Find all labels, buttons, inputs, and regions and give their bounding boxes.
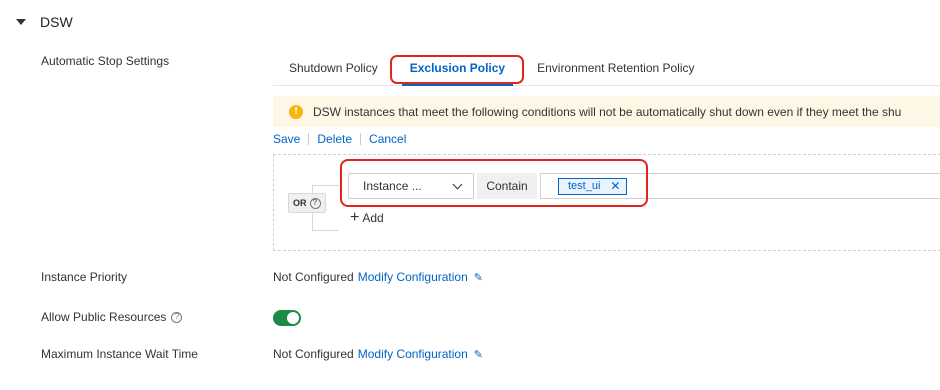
or-logic-badge[interactable]: OR ?: [288, 193, 326, 213]
instance-priority-status: Not Configured: [273, 270, 354, 284]
help-icon[interactable]: ?: [309, 197, 321, 209]
automatic-stop-settings-text: Automatic Stop Settings: [41, 54, 170, 68]
tab-shutdown-policy[interactable]: Shutdown Policy: [273, 52, 394, 85]
notice-banner: ! DSW instances that meet the following …: [273, 96, 940, 127]
cancel-link[interactable]: Cancel: [369, 132, 406, 146]
warning-icon: !: [289, 104, 303, 119]
section-header-dsw[interactable]: DSW: [16, 14, 73, 30]
section-title: DSW: [40, 14, 73, 30]
edit-icon[interactable]: ✎: [474, 271, 483, 284]
condition-field-value: Instance ...: [363, 179, 422, 193]
value-tag-label: test_ui: [568, 180, 601, 192]
tab-environment-retention-policy[interactable]: Environment Retention Policy: [521, 52, 710, 85]
condition-field-select[interactable]: Instance ...: [348, 173, 474, 199]
wait-time-status: Not Configured: [273, 347, 354, 361]
add-condition-label: Add: [362, 211, 384, 225]
allow-public-resources-text: Allow Public Resources: [41, 310, 167, 324]
toggle-knob: [287, 312, 299, 324]
caret-down-icon[interactable]: [16, 19, 26, 25]
divider: [308, 133, 310, 145]
instance-priority-label: Instance Priority: [41, 270, 127, 284]
automatic-stop-settings-label: Automatic Stop Settings: [41, 54, 169, 68]
chevron-down-icon: [452, 179, 463, 189]
rule-actions: Save Delete Cancel: [273, 132, 406, 146]
modify-configuration-link[interactable]: Modify Configuration: [358, 347, 468, 361]
save-link[interactable]: Save: [273, 132, 300, 146]
close-icon[interactable]: ✕: [610, 179, 620, 193]
public-resources-toggle[interactable]: [273, 310, 301, 326]
add-condition-button[interactable]: + Add: [350, 210, 384, 226]
condition-operator: Contain: [477, 173, 537, 199]
condition-value-input[interactable]: test_ui ✕: [540, 173, 940, 199]
condition-operator-label: Contain: [486, 179, 528, 193]
divider: [360, 133, 362, 145]
notice-text: DSW instances that meet the following co…: [313, 104, 902, 119]
modify-configuration-link[interactable]: Modify Configuration: [358, 270, 468, 284]
maximum-instance-wait-time-text: Maximum Instance Wait Time: [41, 347, 198, 361]
edit-icon[interactable]: ✎: [474, 348, 483, 361]
value-tag: test_ui ✕: [558, 177, 628, 195]
instance-priority-value: Not Configured Modify Configuration ✎: [273, 270, 483, 284]
or-logic-label: OR: [293, 198, 307, 208]
policy-tabs: Shutdown Policy Exclusion Policy Environ…: [273, 52, 940, 86]
tab-exclusion-policy[interactable]: Exclusion Policy: [394, 52, 521, 86]
plus-icon: +: [350, 209, 360, 226]
instance-priority-text: Instance Priority: [41, 270, 128, 284]
wait-time-value: Not Configured Modify Configuration ✎: [273, 347, 483, 361]
help-icon[interactable]: ?: [171, 311, 183, 323]
exclusion-rule-editor: OR ? Instance ... Contain test_ui ✕ + Ad…: [273, 154, 940, 251]
maximum-instance-wait-time-label: Maximum Instance Wait Time: [41, 347, 198, 361]
allow-public-resources-label: Allow Public Resources ?: [41, 310, 183, 324]
delete-link[interactable]: Delete: [317, 132, 352, 146]
